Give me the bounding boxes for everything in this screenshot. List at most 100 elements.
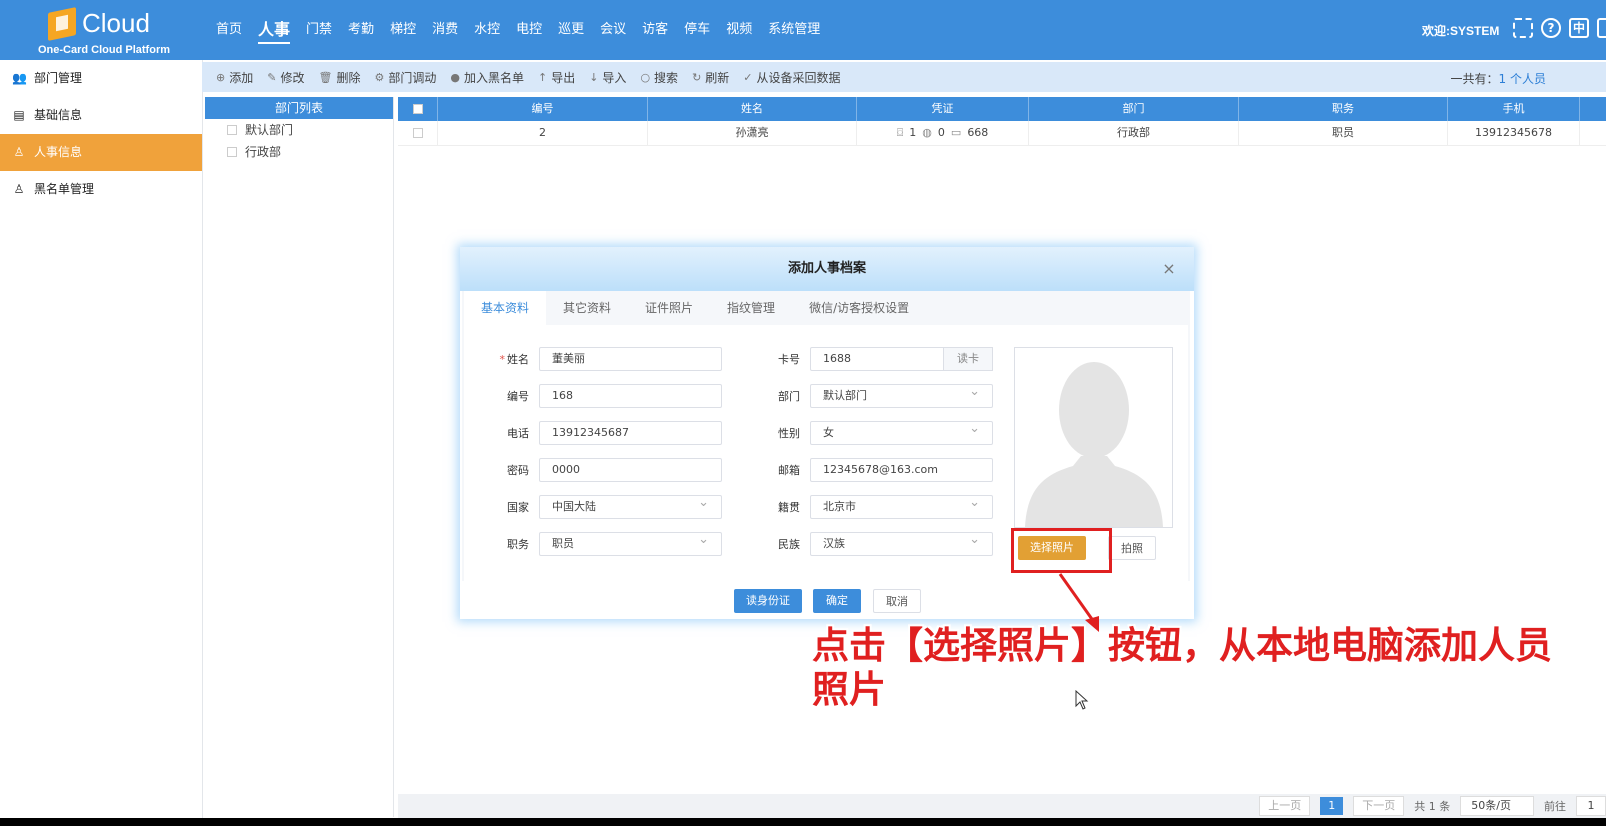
- column-header-phone[interactable]: 手机: [1448, 97, 1580, 121]
- add-button[interactable]: ⊕ 添加: [216, 69, 253, 86]
- refresh-button[interactable]: ↻ 刷新: [692, 69, 729, 86]
- nav-visitor[interactable]: 访客: [634, 0, 676, 60]
- card-input[interactable]: 1688: [810, 347, 944, 371]
- help-icon[interactable]: ?: [1541, 18, 1561, 38]
- nav-personnel[interactable]: 人事: [250, 0, 298, 60]
- column-header-title[interactable]: 职务: [1239, 97, 1448, 121]
- title-row: 职务 职员: [483, 529, 722, 556]
- photo-preview: [1014, 347, 1173, 528]
- dept-transfer-label: 部门调动: [388, 70, 437, 85]
- blacklist-icon: ●: [450, 70, 460, 84]
- ethnicity-select[interactable]: 汉族: [810, 529, 993, 556]
- sidebar-item-label: 黑名单管理: [34, 182, 95, 196]
- select-photo-highlight-box: [1011, 528, 1112, 573]
- confirm-button[interactable]: 确定: [813, 589, 861, 613]
- country-row: 国家 中国大陆: [483, 492, 722, 519]
- sidebar-item-blacklist[interactable]: ♙ 黑名单管理: [0, 171, 202, 208]
- sidebar-item-personnel-info[interactable]: ♙ 人事信息: [0, 134, 202, 171]
- checkbox[interactable]: [227, 147, 237, 157]
- sidebar-item-label: 部门管理: [34, 71, 83, 85]
- select-all-checkbox[interactable]: [412, 104, 423, 114]
- take-photo-button[interactable]: 拍照: [1108, 536, 1156, 560]
- search-button[interactable]: ○ 搜索: [640, 69, 678, 86]
- gender-select[interactable]: 女: [810, 418, 993, 445]
- email-input[interactable]: 12345678@163.com: [810, 458, 993, 482]
- cancel-button[interactable]: 取消: [873, 589, 921, 613]
- dialog-tabs: 基本资料 其它资料 证件照片 指纹管理 微信/访客授权设置: [464, 291, 926, 325]
- checkbox[interactable]: [227, 125, 237, 135]
- count-value: 1 个人员: [1498, 72, 1546, 86]
- import-button[interactable]: ↓ 导入: [589, 69, 626, 86]
- page-size-select[interactable]: 50条/页: [1460, 796, 1534, 816]
- dept-select[interactable]: 默认部门: [810, 381, 993, 408]
- logo-subtitle: One-Card Cloud Platform: [38, 44, 171, 56]
- nav-access[interactable]: 门禁: [298, 0, 340, 60]
- nav-attendance[interactable]: 考勤: [340, 0, 382, 60]
- language-icon[interactable]: 中: [1569, 18, 1589, 38]
- prev-page-button[interactable]: 上一页: [1259, 796, 1311, 816]
- sidebar-item-department[interactable]: 👥 部门管理: [0, 60, 202, 97]
- sidebar-item-basic-info[interactable]: ▤ 基础信息: [0, 97, 202, 134]
- dialog-title: 添加人事档案: [787, 261, 866, 276]
- name-label: * 姓名: [483, 351, 539, 367]
- tab-id-photo[interactable]: 证件照片: [628, 291, 710, 325]
- logo-text: Cloud: [82, 8, 150, 38]
- nav-system[interactable]: 系统管理: [760, 0, 828, 60]
- nav-meeting[interactable]: 会议: [592, 0, 634, 60]
- column-header-department[interactable]: 部门: [1029, 97, 1239, 121]
- dept-item-admin[interactable]: 行政部: [205, 141, 393, 163]
- fetch-from-device-button[interactable]: ✓ 从设备采回数据: [743, 69, 840, 86]
- column-header-credential[interactable]: 凭证: [857, 97, 1029, 121]
- edit-button[interactable]: ✎ 修改: [267, 69, 304, 86]
- country-select[interactable]: 中国大陆: [539, 492, 722, 519]
- fingerprint-icon: ◍: [922, 126, 932, 139]
- fullscreen-icon[interactable]: [1513, 18, 1533, 38]
- close-icon[interactable]: ×: [1160, 247, 1178, 291]
- page-1-button[interactable]: 1: [1320, 797, 1344, 815]
- column-header-name[interactable]: 姓名: [648, 97, 857, 121]
- nav-video[interactable]: 视频: [718, 0, 760, 60]
- department-panel: 部门列表 默认部门 行政部: [205, 97, 394, 817]
- title-select[interactable]: 职员: [539, 529, 722, 556]
- app-window: Cloud One-Card Cloud Platform 首页 人事 门禁 考…: [0, 0, 1606, 818]
- tab-fingerprint[interactable]: 指纹管理: [710, 291, 792, 325]
- user-block-icon: ♙: [13, 182, 25, 196]
- document-icon: ▤: [13, 108, 25, 122]
- ethnicity-row: 民族 汉族: [754, 529, 993, 556]
- password-input[interactable]: 0000: [539, 458, 722, 482]
- next-page-button[interactable]: 下一页: [1353, 796, 1405, 816]
- dept-item-default[interactable]: 默认部门: [205, 119, 393, 141]
- email-row: 邮箱 12345678@163.com: [754, 458, 993, 482]
- goto-page-input[interactable]: 1: [1576, 796, 1606, 816]
- native-place-row: 籍贯 北京市: [754, 492, 993, 519]
- export-button[interactable]: ↑ 导出: [538, 69, 575, 86]
- column-header-id[interactable]: 编号: [438, 97, 648, 121]
- edit-icon[interactable]: [1597, 18, 1606, 38]
- read-id-card-button[interactable]: 读身份证: [734, 589, 802, 613]
- delete-button[interactable]: 🗑 删除: [318, 69, 360, 86]
- add-blacklist-button[interactable]: ● 加入黑名单: [450, 69, 524, 86]
- nav-water[interactable]: 水控: [466, 0, 508, 60]
- phone-input[interactable]: 13912345687: [539, 421, 722, 445]
- nav-home[interactable]: 首页: [208, 0, 250, 60]
- ethnicity-label: 民族: [778, 538, 800, 551]
- row-checkbox[interactable]: [412, 128, 423, 138]
- cell-title: 职员: [1239, 121, 1448, 145]
- nav-power[interactable]: 电控: [508, 0, 550, 60]
- dept-row: 部门 默认部门: [754, 381, 993, 408]
- card-row: 卡号 1688 读卡: [754, 347, 993, 371]
- tab-other-info[interactable]: 其它资料: [546, 291, 628, 325]
- native-place-select[interactable]: 北京市: [810, 492, 993, 519]
- number-input[interactable]: 168: [539, 384, 722, 408]
- tab-wechat-visitor[interactable]: 微信/访客授权设置: [792, 291, 926, 325]
- nav-elevator[interactable]: 梯控: [382, 0, 424, 60]
- nav-consume[interactable]: 消费: [424, 0, 466, 60]
- read-card-button[interactable]: 读卡: [944, 347, 993, 371]
- name-input[interactable]: 董美丽: [539, 347, 722, 371]
- table-row[interactable]: 2 孙潇亮 ⌼ 1 ◍ 0 ▭ 668 行政部 职员 13912345678: [398, 121, 1606, 146]
- dept-transfer-button[interactable]: ⚙ 部门调动: [374, 69, 436, 86]
- nav-parking[interactable]: 停车: [676, 0, 718, 60]
- nav-patrol[interactable]: 巡更: [550, 0, 592, 60]
- required-marker: *: [499, 353, 506, 366]
- tab-basic-info[interactable]: 基本资料: [464, 291, 547, 325]
